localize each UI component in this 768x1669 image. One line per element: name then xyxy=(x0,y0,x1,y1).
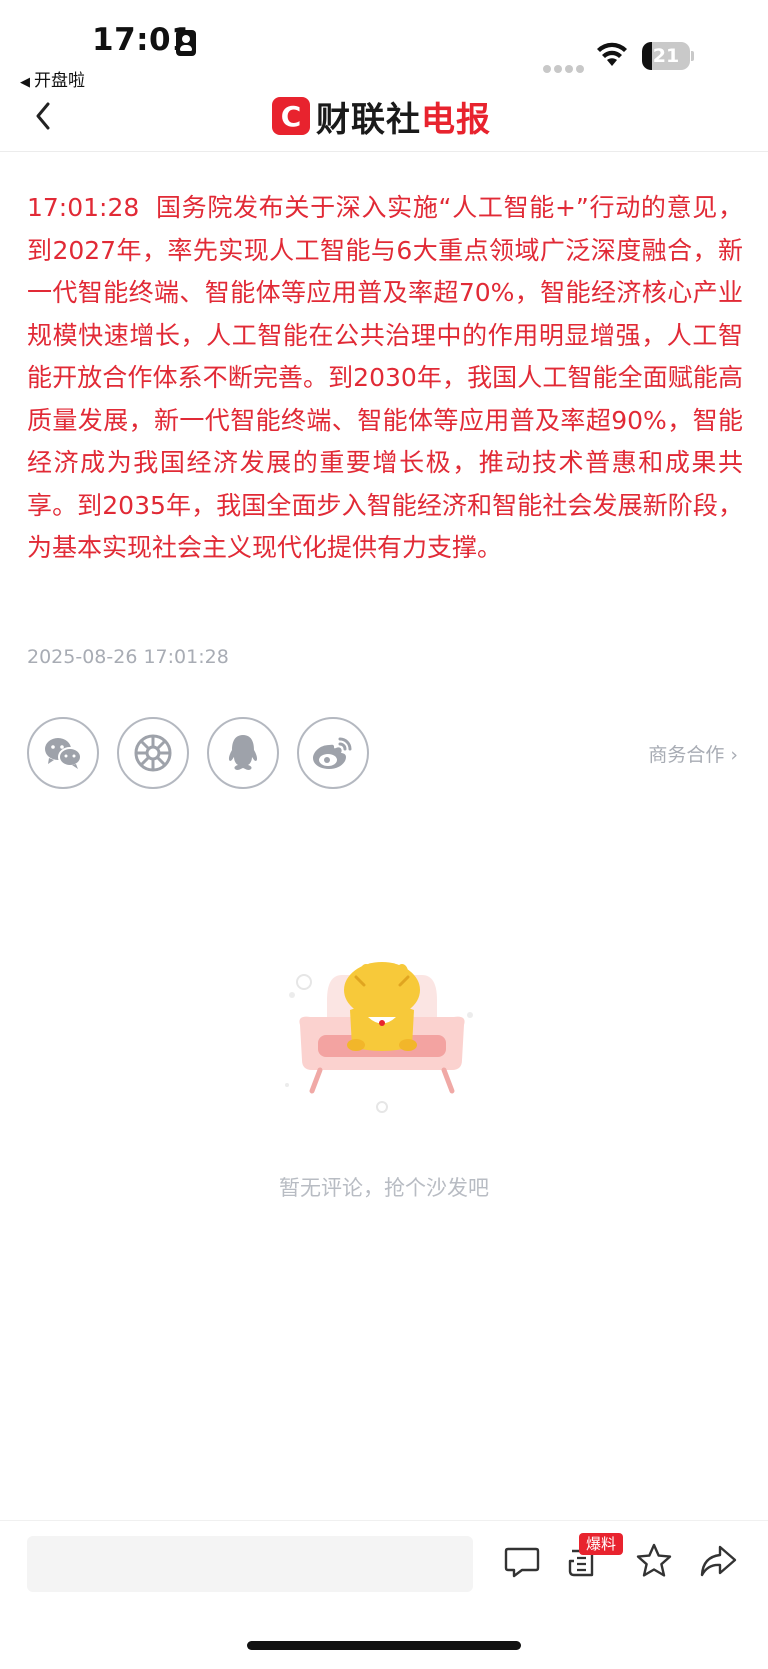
nav-bar: C 财联社 电报 xyxy=(0,90,768,152)
share-moments-button[interactable] xyxy=(117,717,189,789)
bottom-toolbar: 爆料 xyxy=(0,1520,768,1610)
moments-icon xyxy=(134,734,172,772)
share-wechat-button[interactable] xyxy=(27,717,99,789)
empty-sofa-mascot-illustration xyxy=(285,962,473,1113)
article-date: 2025-08-26 17:01:28 xyxy=(27,646,229,668)
back-triangle-icon: ◀ xyxy=(20,75,30,90)
comment-input[interactable] xyxy=(27,1536,473,1592)
article-text: 国务院发布关于深入实施“人工智能+”行动的意见，到2027年，率先实现人工智能与… xyxy=(27,193,743,562)
status-bar: 17:01 ◀ 开盘啦 21 xyxy=(0,0,768,91)
home-indicator xyxy=(247,1641,521,1650)
share-weibo-button[interactable] xyxy=(297,717,369,789)
back-app-label: 开盘啦 xyxy=(34,71,85,91)
comment-icon[interactable] xyxy=(502,1541,542,1581)
logo-text-cls: 财联社 xyxy=(316,99,421,140)
battery-level: 21 xyxy=(652,45,680,67)
logo-text-telegraph: 电报 xyxy=(421,99,491,140)
contact-card-icon xyxy=(176,30,196,56)
weibo-icon xyxy=(313,737,352,769)
qq-icon xyxy=(228,735,258,770)
article-body: 17:01:28 国务院发布关于深入实施“人工智能+”行动的意见，到2027年，率… xyxy=(27,187,743,570)
back-chevron-icon[interactable] xyxy=(30,96,60,136)
battery-icon: 21 xyxy=(642,42,694,70)
wifi-icon xyxy=(597,42,627,66)
scoop-badge: 爆料 xyxy=(579,1533,624,1555)
favorite-star-icon[interactable] xyxy=(634,1541,674,1581)
empty-comments-text: 暂无评论，抢个沙发吧 xyxy=(279,1176,489,1200)
cellular-signal-icon xyxy=(543,58,587,77)
cls-telegraph-logo: C 财联社 电报 xyxy=(272,94,491,140)
share-arrow-icon[interactable] xyxy=(698,1541,738,1581)
logo-badge-icon: C xyxy=(272,97,310,135)
back-to-app-link[interactable]: ◀ 开盘啦 xyxy=(20,66,85,91)
article-time: 17:01:28 xyxy=(27,193,140,222)
business-cooperation-link[interactable]: 商务合作 › xyxy=(648,740,738,767)
share-qq-button[interactable] xyxy=(207,717,279,789)
wechat-icon xyxy=(45,738,82,769)
